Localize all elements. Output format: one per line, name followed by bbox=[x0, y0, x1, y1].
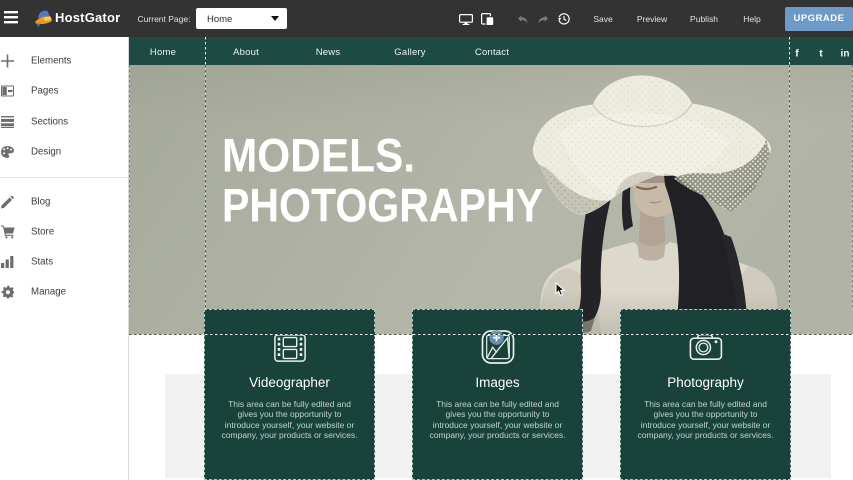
svg-text:t: t bbox=[819, 48, 823, 60]
svg-text:f: f bbox=[795, 48, 799, 60]
svg-text:PHOTOGRAPHY: PHOTOGRAPHY bbox=[222, 179, 543, 232]
svg-text:in: in bbox=[841, 49, 850, 60]
svg-text:MODELS.: MODELS. bbox=[222, 129, 415, 182]
